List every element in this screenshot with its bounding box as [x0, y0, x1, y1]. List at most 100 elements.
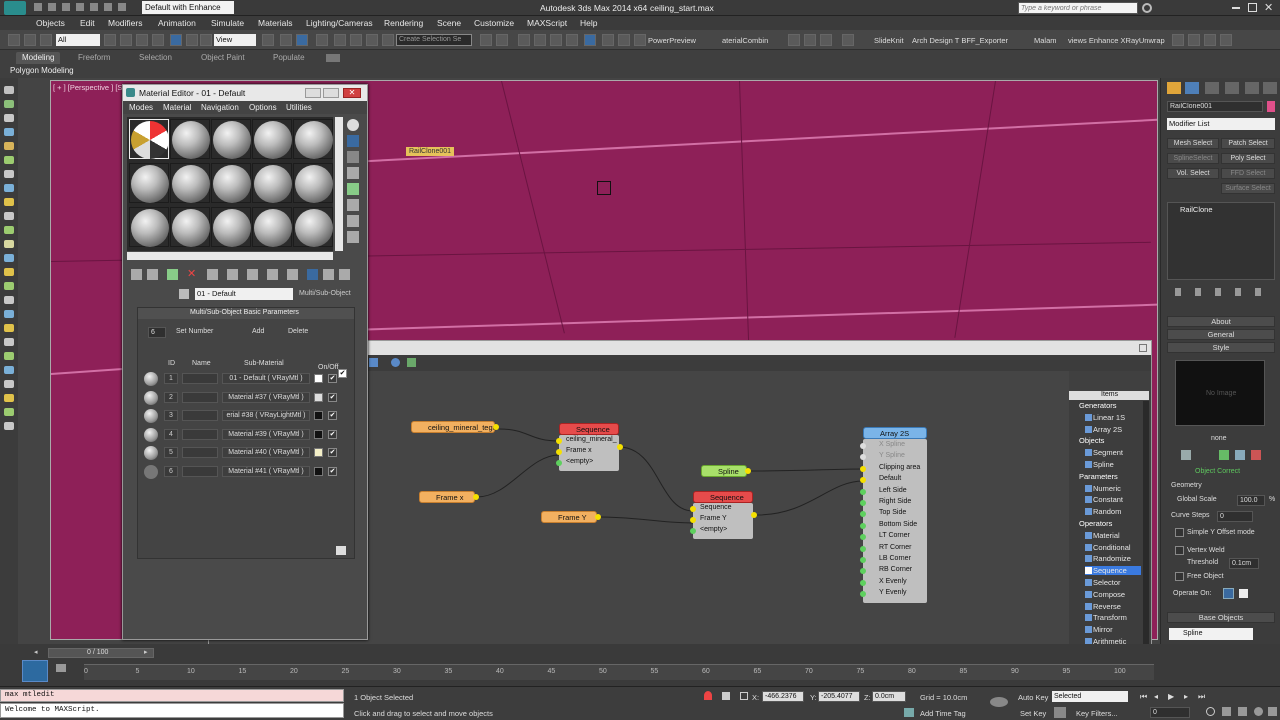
select-by-material-icon[interactable] — [347, 231, 359, 243]
row-preview-icon[interactable] — [144, 372, 158, 386]
tool-icon-23[interactable] — [4, 394, 14, 402]
items-entry[interactable]: Compose — [1093, 590, 1125, 599]
put-to-scene-icon[interactable] — [147, 269, 158, 280]
items-entry[interactable]: Spline — [1093, 460, 1114, 469]
items-scrollbar[interactable] — [1143, 401, 1149, 663]
items-entry[interactable]: Linear 1S — [1093, 413, 1125, 422]
tool-icon-20[interactable] — [4, 352, 14, 360]
node-frame-x[interactable]: Frame x — [419, 491, 475, 503]
make-copy-icon[interactable] — [207, 269, 218, 280]
object-name-field[interactable] — [1167, 101, 1263, 112]
quick-access-icons[interactable] — [34, 3, 134, 13]
items-entry[interactable]: Numeric — [1093, 484, 1121, 493]
tool-icon-25[interactable] — [4, 422, 14, 430]
reset-map-icon[interactable]: ✕ — [187, 269, 198, 280]
curve-editor-icon[interactable] — [550, 34, 562, 46]
tab-freeform[interactable]: Freeform — [72, 52, 116, 64]
items-entry[interactable]: Mirror — [1093, 625, 1113, 634]
node-sequence-1[interactable]: Sequence — [559, 423, 619, 435]
editor-tool-icon-2[interactable] — [407, 358, 416, 367]
sample-slot[interactable] — [129, 207, 169, 247]
render-frame-icon[interactable] — [618, 34, 630, 46]
sample-slot[interactable] — [129, 119, 169, 159]
threshold-input[interactable] — [1229, 558, 1259, 569]
percent-snap-icon[interactable] — [350, 34, 362, 46]
show-map-icon[interactable] — [287, 269, 298, 280]
toolbar-icon-c[interactable] — [820, 34, 832, 46]
auto-key-button[interactable]: Auto Key — [1018, 693, 1048, 702]
redo-icon[interactable] — [24, 34, 36, 46]
node-frame-y[interactable]: Frame Y — [541, 511, 597, 523]
tab-object-paint[interactable]: Object Paint — [195, 52, 251, 64]
row-name-field[interactable] — [182, 373, 218, 384]
show-end-result-mat-icon[interactable] — [307, 269, 318, 280]
minimize-icon[interactable] — [1232, 7, 1240, 9]
surface-select-button[interactable]: Surface Select — [1221, 183, 1275, 194]
array-input-port[interactable] — [860, 488, 866, 495]
play-icon[interactable]: ▶ — [1168, 692, 1174, 701]
sample-slot[interactable] — [293, 119, 333, 159]
ribbon-sub-label[interactable]: Polygon Modeling — [10, 66, 74, 75]
go-to-end-icon[interactable]: ⏭ — [1198, 692, 1205, 702]
row-color-swatch[interactable] — [314, 374, 323, 383]
me-menu-material[interactable]: Material — [163, 103, 191, 112]
lock-selection-icon[interactable] — [704, 691, 712, 700]
slideknit-label[interactable]: SlideKnit — [874, 36, 904, 45]
rollout-scroll-button[interactable] — [336, 546, 346, 555]
menu-rendering[interactable]: Rendering — [384, 18, 423, 28]
node-ceiling-segment[interactable]: ceiling_mineral_tegu — [411, 421, 497, 433]
row-on-checkbox[interactable]: ✔ — [328, 411, 337, 420]
slots-hscroll[interactable] — [127, 252, 333, 260]
tool-icon-12[interactable] — [4, 240, 14, 248]
ffd-select-button[interactable]: FFD Select — [1221, 168, 1275, 179]
tool-icon-5[interactable] — [4, 142, 14, 150]
selection-filter-dropdown[interactable]: All — [56, 34, 100, 46]
spinner-snap-icon[interactable] — [366, 34, 378, 46]
editor-tool-icon-1[interactable] — [369, 358, 378, 367]
row-preview-icon[interactable] — [144, 427, 158, 442]
array-input-port[interactable] — [860, 522, 866, 529]
row-preview-icon[interactable] — [144, 390, 158, 405]
menu-edit[interactable]: Edit — [80, 18, 95, 28]
free-object-checkbox[interactable] — [1175, 572, 1184, 581]
menu-customize[interactable]: Customize — [474, 18, 514, 28]
row-color-swatch[interactable] — [314, 411, 323, 420]
array-input-port[interactable] — [860, 545, 866, 552]
ribbon-options-icon[interactable] — [326, 54, 340, 62]
array-input-port[interactable] — [860, 500, 866, 506]
style-add-icon[interactable] — [1219, 450, 1229, 460]
seq2-out-port[interactable] — [751, 512, 757, 518]
move-icon[interactable] — [170, 34, 182, 46]
y-coord-input[interactable] — [818, 691, 860, 702]
make-preview-icon[interactable] — [347, 199, 359, 211]
window-crossing-icon[interactable] — [152, 34, 164, 46]
current-frame-input[interactable] — [1150, 707, 1190, 718]
key-filters-button[interactable]: Key Filters... — [1076, 709, 1118, 718]
row-on-checkbox[interactable]: ✔ — [328, 374, 337, 383]
time-slider[interactable]: 0 / 100 — [48, 648, 154, 658]
configure-sets-icon[interactable] — [1255, 288, 1261, 296]
sample-slot[interactable] — [293, 163, 333, 203]
tool-icon-22[interactable] — [4, 380, 14, 388]
material-combiner-label[interactable]: aterialCombin — [722, 36, 768, 45]
zoom-icon[interactable] — [1206, 707, 1215, 716]
node-sequence-2-body[interactable]: Sequence Frame Y <empty> — [693, 503, 753, 539]
sample-slot[interactable] — [211, 207, 251, 247]
set-key-icon[interactable] — [1054, 707, 1066, 718]
row-name-field[interactable] — [182, 428, 218, 440]
style-rollout[interactable]: Style — [1167, 342, 1275, 353]
go-to-start-icon[interactable]: ⏮ — [1140, 692, 1147, 702]
modify-tab-icon[interactable] — [1185, 82, 1199, 94]
tool-icon-9[interactable] — [4, 198, 14, 206]
tab-populate[interactable]: Populate — [267, 52, 311, 64]
tool-icon-11[interactable] — [4, 226, 14, 234]
vray-unwrap-label[interactable]: views Enhance XRayUnwrap — [1068, 36, 1165, 45]
sample-slot[interactable] — [252, 163, 292, 203]
app-logo-icon[interactable] — [4, 1, 26, 15]
orbit-icon[interactable] — [1254, 707, 1263, 716]
items-entry[interactable]: Random — [1093, 507, 1121, 516]
menu-maxscript[interactable]: MAXScript — [527, 18, 567, 28]
sample-slot[interactable] — [170, 207, 210, 247]
maximize-viewport-icon[interactable] — [1268, 707, 1277, 716]
items-entry[interactable]: Sequence — [1085, 566, 1141, 576]
